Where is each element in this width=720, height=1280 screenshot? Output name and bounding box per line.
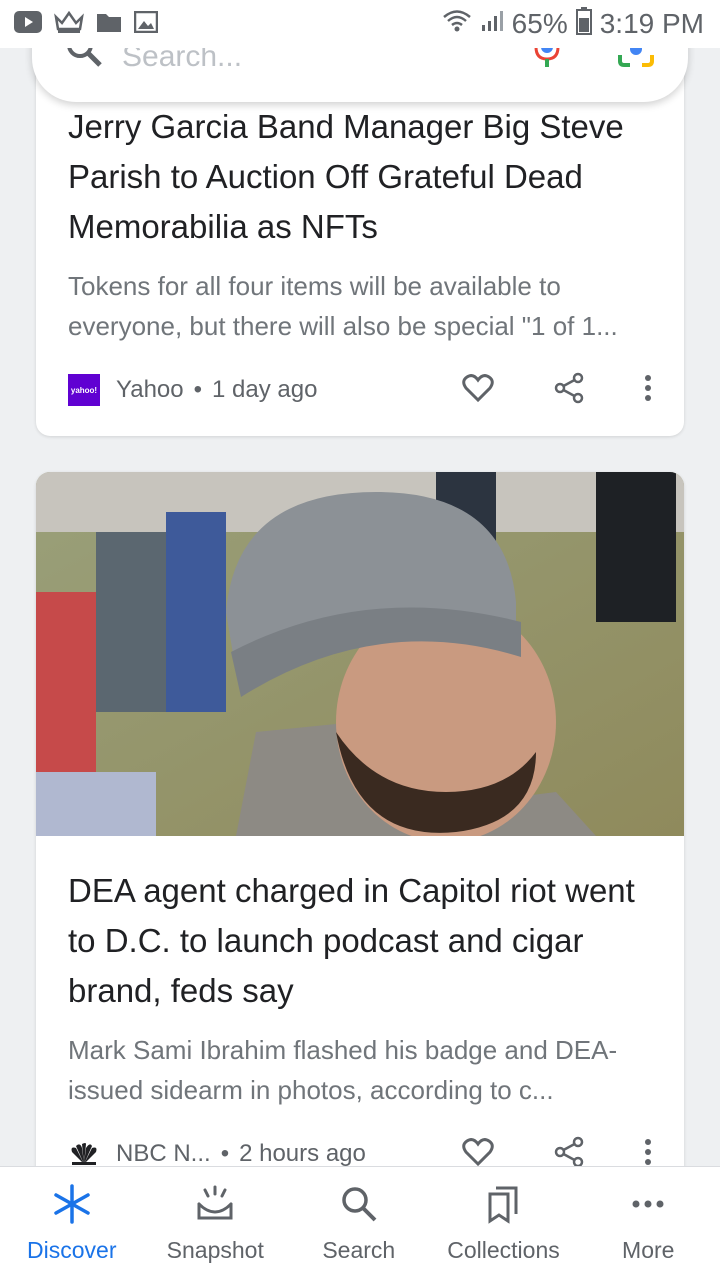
asterisk-icon bbox=[52, 1183, 92, 1229]
bookmarks-icon bbox=[484, 1184, 524, 1229]
folder-icon bbox=[96, 11, 122, 38]
nav-label: Collections bbox=[447, 1236, 560, 1263]
crown-icon bbox=[54, 10, 84, 38]
source-info: Yahoo • 1 day ago bbox=[116, 376, 317, 404]
share-icon[interactable] bbox=[554, 372, 584, 409]
nav-more[interactable]: More bbox=[593, 1184, 703, 1264]
published-time: 1 day ago bbox=[212, 376, 318, 403]
nav-snapshot[interactable]: Snapshot bbox=[160, 1184, 270, 1264]
wifi-icon bbox=[442, 8, 472, 40]
nav-label: Snapshot bbox=[166, 1236, 264, 1263]
source-name[interactable]: NBC N... bbox=[116, 1140, 211, 1168]
nav-label: Discover bbox=[27, 1236, 117, 1263]
search-icon bbox=[339, 1184, 379, 1229]
heart-icon[interactable] bbox=[462, 373, 494, 408]
battery-icon bbox=[575, 6, 592, 42]
card-footer: yahoo! Yahoo • 1 day ago bbox=[36, 360, 684, 420]
dot-separator: • bbox=[220, 1140, 230, 1167]
article-snippet: Mark Sami Ibrahim flashed his badge and … bbox=[68, 1035, 618, 1105]
image-icon bbox=[133, 10, 159, 38]
more-vert-icon[interactable] bbox=[644, 374, 652, 407]
article-image[interactable] bbox=[36, 472, 684, 836]
svg-text:yahoo!: yahoo! bbox=[71, 386, 97, 395]
news-card[interactable]: DEA agent charged in Capitol riot went t… bbox=[36, 472, 684, 1232]
yahoo-logo: yahoo! bbox=[68, 374, 100, 406]
snapshot-icon bbox=[195, 1184, 235, 1229]
status-bar: 65% 3:19 PM bbox=[0, 0, 720, 48]
nav-discover[interactable]: Discover bbox=[17, 1183, 127, 1264]
bottom-navigation: Discover Snapshot Search Collections Mor… bbox=[0, 1166, 720, 1280]
source-name[interactable]: Yahoo bbox=[116, 376, 184, 404]
dot-separator: • bbox=[193, 376, 203, 403]
published-time: 2 hours ago bbox=[239, 1140, 366, 1167]
nav-collections[interactable]: Collections bbox=[447, 1184, 560, 1264]
battery-percent: 65% bbox=[511, 8, 568, 39]
youtube-icon bbox=[14, 10, 42, 38]
article-title[interactable]: Jerry Garcia Band Manager Big Steve Pari… bbox=[36, 102, 684, 252]
nav-search[interactable]: Search bbox=[304, 1184, 414, 1264]
clock: 3:19 PM bbox=[599, 8, 704, 39]
nav-label: More bbox=[622, 1236, 675, 1263]
article-title[interactable]: DEA agent charged in Capitol riot went t… bbox=[36, 866, 684, 1016]
source-info: NBC N... • 2 hours ago bbox=[116, 1140, 366, 1168]
article-snippet: Tokens for all four items will be availa… bbox=[68, 271, 618, 341]
signal-icon bbox=[480, 8, 504, 40]
more-horizontal-icon bbox=[628, 1184, 668, 1229]
nav-label: Search bbox=[322, 1236, 396, 1263]
